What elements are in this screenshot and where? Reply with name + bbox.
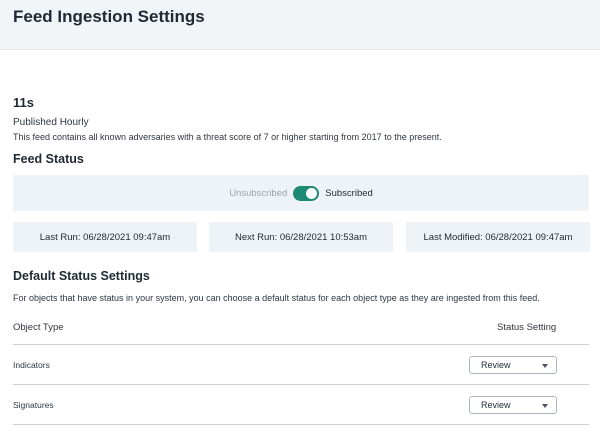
last-run-text: Last Run: 06/28/2021 09:47am — [39, 231, 171, 243]
last-modified-text: Last Modified: 06/28/2021 09:47am — [423, 231, 573, 243]
feed-name: 11s — [13, 95, 34, 110]
table-row-divider — [13, 424, 589, 425]
row-label-indicators: Indicators — [13, 360, 50, 370]
indicators-status-select[interactable]: Review — [469, 356, 557, 374]
next-run-box: Next Run: 06/28/2021 10:53am — [209, 222, 393, 252]
subscription-toggle-row: Unsubscribed Subscribed — [13, 175, 589, 211]
subscription-panel: Unsubscribed Subscribed — [13, 175, 589, 211]
default-status-heading: Default Status Settings — [13, 269, 150, 283]
signatures-status-select[interactable]: Review — [469, 396, 557, 414]
object-type-column-header: Object Type — [13, 322, 64, 333]
chevron-down-icon — [542, 364, 548, 368]
feed-status-heading: Feed Status — [13, 152, 84, 166]
feed-description: This feed contains all known adversaries… — [13, 132, 442, 142]
unsubscribed-label[interactable]: Unsubscribed — [229, 188, 287, 199]
subscription-toggle[interactable] — [293, 185, 320, 201]
row-label-signatures: Signatures — [13, 400, 54, 410]
table-row-divider — [13, 384, 589, 385]
signatures-status-value: Review — [481, 400, 511, 410]
page-title: Feed Ingestion Settings — [13, 7, 205, 26]
page-header: Feed Ingestion Settings — [0, 0, 600, 50]
default-status-helper: For objects that have status in your sys… — [13, 293, 540, 303]
feed-frequency: Published Hourly — [13, 117, 89, 128]
last-modified-box: Last Modified: 06/28/2021 09:47am — [406, 222, 590, 252]
toggle-knob — [306, 187, 318, 199]
next-run-text: Next Run: 06/28/2021 10:53am — [234, 231, 368, 243]
subscribed-label[interactable]: Subscribed — [325, 188, 373, 199]
indicators-status-value: Review — [481, 360, 511, 370]
status-setting-column-header: Status Setting — [497, 322, 557, 333]
chevron-down-icon — [542, 404, 548, 408]
last-run-box: Last Run: 06/28/2021 09:47am — [13, 222, 197, 252]
table-divider — [13, 344, 589, 345]
